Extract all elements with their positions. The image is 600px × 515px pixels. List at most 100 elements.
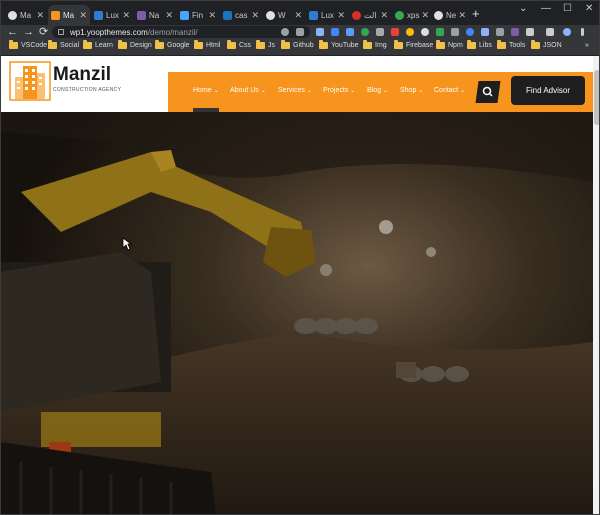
building-logo-icon (9, 61, 51, 101)
bookmark-folder[interactable]: Github (281, 40, 314, 49)
bookmark-folder[interactable]: YouTube (319, 40, 359, 49)
close-tab-icon[interactable]: ✕ (249, 10, 259, 21)
close-tab-icon[interactable]: ✕ (163, 10, 173, 21)
favicon-icon (266, 10, 275, 20)
forward-icon[interactable]: → (23, 25, 34, 39)
nav-item-contact[interactable]: Contact ⌄ (434, 87, 465, 94)
new-tab-button[interactable]: + (472, 6, 480, 21)
extension-icon[interactable] (376, 28, 384, 36)
bookmark-label: Img (375, 42, 387, 49)
extension-icon[interactable] (496, 28, 504, 36)
close-tab-icon[interactable]: ✕ (419, 10, 429, 21)
tab-label: Na (149, 10, 160, 20)
tab[interactable]: cas ✕ (220, 5, 262, 25)
bookmark-folder[interactable]: Js (256, 40, 275, 49)
tab[interactable]: W ✕ (263, 5, 305, 25)
page-scrollbar[interactable] (593, 56, 599, 514)
maximize-icon[interactable]: ☐ (563, 3, 572, 14)
back-icon[interactable]: ← (7, 25, 18, 39)
search-button[interactable] (475, 81, 501, 103)
nav-label: Shop (400, 87, 417, 94)
tab[interactable]: xps ✕ (392, 5, 430, 25)
scrollbar-thumb[interactable] (594, 70, 599, 125)
extension-icon[interactable] (511, 28, 519, 36)
extension-icon[interactable] (451, 28, 459, 36)
bookmark-folder[interactable]: Html (194, 40, 220, 49)
extension-icon[interactable] (466, 28, 474, 36)
minimize-icon[interactable]: — (541, 3, 551, 14)
url-domain: wp1.yoopthemes.com (70, 27, 148, 37)
web-page: Manzil CONSTRUCTION AGENCY Home ⌄ About U… (1, 56, 593, 514)
extension-icon[interactable] (436, 28, 444, 36)
extension-icon[interactable] (316, 28, 324, 36)
close-tab-icon[interactable]: ✕ (120, 10, 130, 21)
extension-icon[interactable] (391, 28, 399, 36)
chevron-down-icon: ⌄ (260, 88, 266, 94)
nav-item-about[interactable]: About Us ⌄ (230, 87, 266, 94)
folder-icon (155, 40, 164, 49)
nav-item-blog[interactable]: Blog ⌄ (367, 87, 388, 94)
profile-avatar[interactable] (563, 28, 571, 36)
favicon-icon (137, 10, 146, 20)
find-advisor-button[interactable]: Find Advisor (511, 76, 585, 105)
bookmark-label: Css (239, 42, 252, 49)
bookmark-folder[interactable]: Design (118, 40, 152, 49)
mouse-cursor-icon (122, 237, 132, 251)
browser-window: Ma ✕ Ma ✕ Lux ✕ Na ✕ Fin ✕ cas ✕ W ✕ Lux ✕ الت ✕ … (0, 0, 600, 515)
bookmark-folder[interactable]: Img (363, 40, 387, 49)
chevron-down-icon: ⌄ (306, 88, 312, 94)
extension-icon[interactable] (421, 28, 429, 36)
reload-icon[interactable]: ⟳ (39, 25, 48, 39)
extension-icon[interactable] (406, 28, 414, 36)
tab-strip: Ma ✕ Ma ✕ Lux ✕ Na ✕ Fin ✕ cas ✕ W ✕ Lux ✕ الت ✕ … (1, 1, 599, 25)
extension-icon[interactable] (346, 28, 354, 36)
close-window-icon[interactable]: ✕ (585, 3, 593, 14)
chevron-down-icon: ⌄ (350, 88, 356, 94)
tab-search-icon[interactable]: ⌄ (519, 3, 527, 14)
close-tab-icon[interactable]: ✕ (378, 10, 388, 21)
site-logo[interactable]: Manzil CONSTRUCTION AGENCY (9, 61, 121, 101)
tab[interactable]: Ma ✕ (5, 5, 47, 25)
bookmark-folder[interactable]: Social (48, 40, 79, 49)
tab[interactable]: Ne ✕ (431, 5, 469, 25)
folder-icon (436, 40, 445, 49)
bookmark-folder[interactable]: Google (155, 40, 190, 49)
tab[interactable]: Lux ✕ (306, 5, 348, 25)
nav-item-projects[interactable]: Projects ⌄ (323, 87, 355, 94)
close-tab-icon[interactable]: ✕ (335, 10, 345, 21)
main-nav: Home ⌄ About Us ⌄ Services ⌄ Projects ⌄ Blog… (168, 72, 593, 112)
close-tab-icon[interactable]: ✕ (456, 10, 466, 21)
address-bar[interactable]: wp1.yoopthemes.com /demo/manzil/ (52, 26, 310, 38)
nav-item-home[interactable]: Home ⌄ (193, 87, 219, 112)
menu-icon[interactable] (581, 28, 584, 36)
close-tab-icon[interactable]: ✕ (206, 10, 216, 21)
nav-item-shop[interactable]: Shop ⌄ (400, 87, 423, 94)
nav-item-services[interactable]: Services ⌄ (278, 87, 312, 94)
bookmark-folder[interactable]: Tools (497, 40, 525, 49)
nav-label: Home (193, 87, 212, 94)
extension-icon[interactable] (361, 28, 369, 36)
puzzle-icon[interactable] (526, 28, 534, 36)
bookmark-folder[interactable]: Css (227, 40, 252, 49)
close-tab-icon[interactable]: ✕ (34, 10, 44, 21)
bookmark-folder[interactable]: Npm (436, 40, 463, 49)
close-tab-icon[interactable]: ✕ (77, 10, 87, 21)
tab[interactable]: الت ✕ (349, 5, 391, 25)
sidebar-icon[interactable] (546, 28, 554, 36)
tab-active[interactable]: Ma ✕ (48, 5, 90, 25)
extension-icon[interactable] (331, 28, 339, 36)
bookmark-folder[interactable]: Firebase (394, 40, 433, 49)
bookmark-folder[interactable]: Libs (467, 40, 492, 49)
extension-icon[interactable] (481, 28, 489, 36)
bookmark-folder[interactable]: VSCode (9, 40, 47, 49)
bookmarks-overflow-icon[interactable]: » (585, 42, 589, 49)
star-icon[interactable] (296, 28, 304, 36)
folder-icon (281, 40, 290, 49)
close-tab-icon[interactable]: ✕ (292, 10, 302, 21)
bookmark-folder[interactable]: Learn (83, 40, 113, 49)
tab[interactable]: Na ✕ (134, 5, 176, 25)
share-icon[interactable] (281, 28, 289, 36)
bookmark-folder[interactable]: JSON (531, 40, 562, 49)
tab[interactable]: Fin ✕ (177, 5, 219, 25)
tab[interactable]: Lux ✕ (91, 5, 133, 25)
